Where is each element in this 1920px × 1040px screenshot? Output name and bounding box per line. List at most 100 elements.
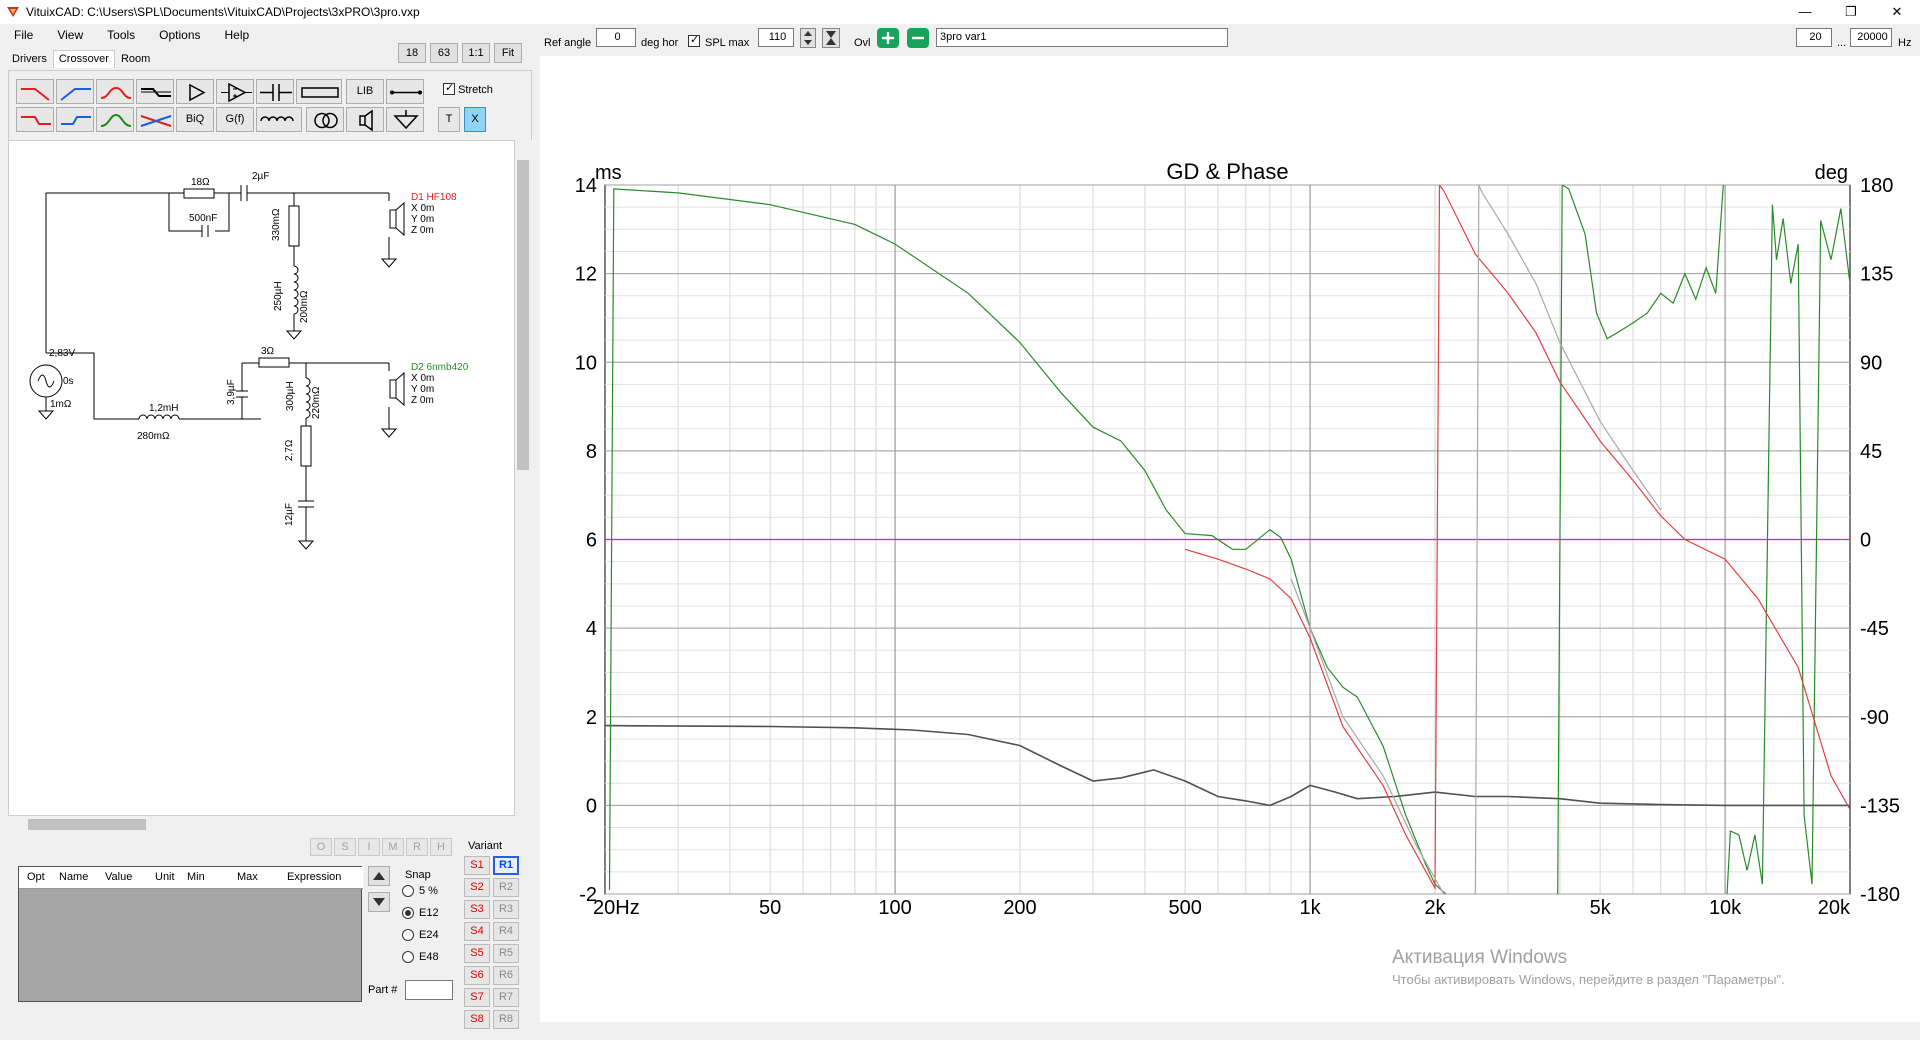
variant-r2-button[interactable]: R2 [493,878,519,897]
snap-e24-label: E24 [419,929,439,941]
highpass2-tool[interactable] [56,107,94,132]
menu-tools[interactable]: Tools [107,28,135,42]
inductor-tool[interactable] [256,107,302,132]
snap-5pct[interactable]: 5 % [402,885,438,897]
optimizer-table[interactable]: Opt Name Value Unit Min Max Expression [18,866,363,1002]
remove-overlay-button[interactable] [907,28,929,48]
d2-name: D2 6nmb420 [411,362,469,373]
driver-tool[interactable] [346,107,384,132]
opamp-tool[interactable] [216,79,254,104]
bandpass-tool[interactable] [96,79,134,104]
opt-h-button[interactable]: H [430,838,452,856]
zoom-fit-button[interactable]: Fit [494,43,522,63]
menu-view[interactable]: View [57,28,83,42]
radio-e48[interactable] [402,951,414,963]
snap-e24[interactable]: E24 [402,929,439,941]
variant-s2-button[interactable]: S2 [464,878,490,897]
library-tool[interactable]: LIB [346,79,384,104]
peaking-tool[interactable] [96,107,134,132]
col-name[interactable]: Name [59,871,88,883]
maximize-button[interactable]: ❐ [1828,0,1874,24]
variant-r3-button[interactable]: R3 [493,900,519,919]
menu-file[interactable]: File [14,28,33,42]
spl-max-checkbox[interactable] [688,33,700,47]
variant-r7-button[interactable]: R7 [493,988,519,1007]
ref-angle-input[interactable]: 0 [596,28,636,47]
biquad-tool[interactable]: BiQ [176,107,214,132]
spl-auto-button[interactable] [822,28,840,48]
overlay-name-input[interactable]: 3pro var1 [936,28,1228,47]
stretch-option[interactable]: Stretch [443,81,493,96]
wire-tool[interactable] [386,79,424,104]
variant-s1-button[interactable]: S1 [464,856,490,875]
col-value[interactable]: Value [105,871,132,883]
variant-s6-button[interactable]: S6 [464,966,490,985]
freq-max-input[interactable]: 20000 [1850,28,1892,47]
move-down-button[interactable] [368,892,390,912]
variant-r5-button[interactable]: R5 [493,944,519,963]
spl-max-spinner[interactable] [800,28,816,48]
part-number-input[interactable] [405,980,453,1000]
shelf-tool[interactable] [136,79,174,104]
x-tool[interactable]: X [464,107,486,132]
schematic-hscroll[interactable] [8,816,515,833]
zoom-63-button[interactable]: 63 [430,43,458,63]
lowpass2-tool[interactable] [16,107,54,132]
variant-s4-button[interactable]: S4 [464,922,490,941]
spl-max-input[interactable]: 110 [758,28,794,47]
opt-m-button[interactable]: M [382,838,404,856]
variant-s5-button[interactable]: S5 [464,944,490,963]
menu-options[interactable]: Options [159,28,200,42]
vscroll-thumb[interactable] [517,160,529,470]
snap-e48[interactable]: E48 [402,951,439,963]
spl-max-checkbox-wrap[interactable] [688,33,700,48]
variant-r1-button[interactable]: R1 [493,856,519,875]
transformer-tool[interactable] [306,107,344,132]
opt-o-button[interactable]: O [310,838,332,856]
allpass-tool[interactable] [136,107,174,132]
tab-crossover[interactable]: Crossover [52,50,115,68]
radio-e12[interactable] [402,907,414,919]
tab-room[interactable]: Room [115,50,156,68]
menu-help[interactable]: Help [225,28,250,42]
lowpass-tool[interactable] [16,79,54,104]
close-button[interactable]: ✕ [1874,0,1920,24]
col-unit[interactable]: Unit [155,871,175,883]
freq-min-input[interactable]: 20 [1796,28,1832,47]
ground-tool[interactable] [386,107,424,132]
buffer-tool[interactable] [176,79,214,104]
tab-drivers[interactable]: Drivers [6,50,53,68]
col-opt[interactable]: Opt [27,871,45,883]
variant-s7-button[interactable]: S7 [464,988,490,1007]
resistor-tool[interactable] [296,79,342,104]
source-voltage: 2,83V [49,348,75,359]
col-expression[interactable]: Expression [287,871,341,883]
zoom-1to1-button[interactable]: 1:1 [462,43,490,63]
radio-5pct[interactable] [402,885,414,897]
snap-e12[interactable]: E12 [402,907,439,919]
opt-i-button[interactable]: I [358,838,380,856]
text-tool[interactable]: T [438,107,460,132]
opt-s-button[interactable]: S [334,838,356,856]
gd-phase-chart[interactable]: 20Hz 50 100 200 500 1k 2k 5k 10k 20k -2 0 2 4 6 8 10 12 14… [540,148,1920,978]
variant-r6-button[interactable]: R6 [493,966,519,985]
variant-s8-button[interactable]: S8 [464,1010,490,1029]
col-max[interactable]: Max [237,871,258,883]
stretch-checkbox[interactable] [443,81,455,95]
hscroll-thumb[interactable] [28,819,146,830]
variant-r8-button[interactable]: R8 [493,1010,519,1029]
schematic-vscroll[interactable] [515,140,531,816]
highpass-tool[interactable] [56,79,94,104]
col-min[interactable]: Min [187,871,205,883]
radio-e24[interactable] [402,929,414,941]
zoom-18-button[interactable]: 18 [398,43,426,63]
move-up-button[interactable] [368,866,390,886]
capacitor-tool[interactable] [256,79,294,104]
gf-tool[interactable]: G(f) [216,107,254,132]
add-overlay-button[interactable] [877,28,899,48]
variant-s3-button[interactable]: S3 [464,900,490,919]
variant-r4-button[interactable]: R4 [493,922,519,941]
opt-r-button[interactable]: R [406,838,428,856]
schematic-canvas[interactable]: 18Ω 2µF 500nF 330mΩ 250µH 200mΩ D1 HF108… [8,140,515,816]
minimize-button[interactable]: — [1782,0,1828,24]
